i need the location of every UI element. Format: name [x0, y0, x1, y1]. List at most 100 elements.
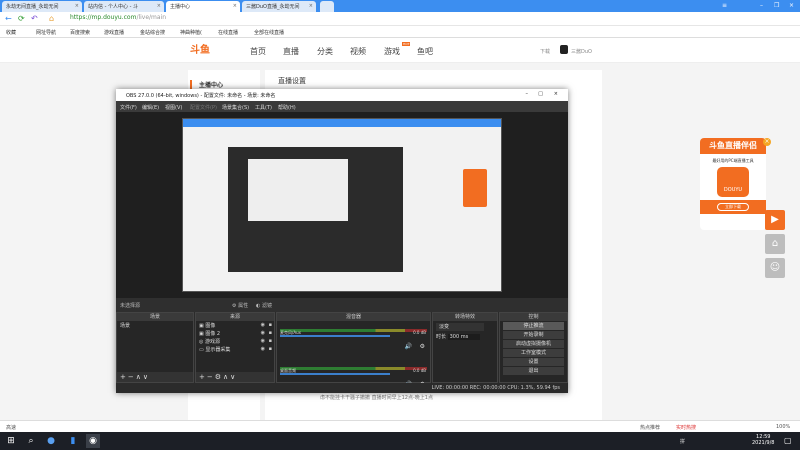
eye-icon[interactable]: ◉	[261, 338, 265, 344]
lock-icon[interactable]: ▪	[269, 322, 272, 328]
lock-icon[interactable]: ▪	[269, 346, 272, 352]
nav-games[interactable]: 游戏	[384, 46, 400, 57]
menu-tools[interactable]: 工具(T)	[255, 104, 272, 111]
minimize-icon[interactable]: –	[526, 91, 529, 97]
menu-file[interactable]: 文件(F)	[120, 104, 137, 111]
realtime-hot-link[interactable]: 实时热搜	[676, 424, 696, 431]
obs-icon[interactable]: ◉	[86, 434, 100, 448]
search-icon[interactable]: ⌕	[24, 434, 38, 448]
lock-icon[interactable]: ▪	[269, 338, 272, 344]
browser-tab[interactable]: 三酱DuO直播_永劫无间 ×	[242, 1, 316, 12]
refresh-icon[interactable]: ⟳	[18, 14, 25, 23]
source-item[interactable]: ▭ 显示器采集 ◉ ▪	[196, 345, 274, 353]
home-icon[interactable]: ⌂	[49, 14, 54, 23]
volume-meter	[280, 367, 427, 370]
source-item[interactable]: ▣ 图像 ◉ ▪	[196, 321, 274, 329]
stop-streaming-button[interactable]: 停止推流	[503, 322, 564, 330]
new-tab-button[interactable]	[320, 1, 334, 12]
browser-status-bar: 高速 热点推荐 实时热搜 100%	[0, 420, 800, 432]
browser-tab[interactable]: 站内信 - 个人中心 - 斗 ×	[84, 1, 164, 12]
close-icon[interactable]: ×	[309, 3, 313, 9]
controls-panel: 控制 停止推流 开始录制 启动虚拟摄像机 工作室模式 设置 退出	[499, 312, 568, 383]
bookmark-item[interactable]: 在线直播	[218, 29, 238, 36]
settings-button[interactable]: 设置	[503, 358, 564, 366]
source-controls[interactable]: +−⚙∧∨	[196, 372, 274, 382]
close-window-icon[interactable]: ×	[789, 2, 794, 9]
browser-tab-active[interactable]: 主播中心 ×	[166, 1, 240, 12]
speaker-icon[interactable]: 🔊	[405, 343, 412, 350]
source-item[interactable]: ▣ 图像 2 ◉ ▪	[196, 329, 274, 337]
scene-controls[interactable]: +−∧∨	[117, 372, 193, 382]
browser-icon[interactable]: ●	[44, 434, 58, 448]
menu-view[interactable]: 视图(V)	[165, 104, 182, 111]
bookmark-item[interactable]: 网址导航	[36, 29, 56, 36]
nav-category[interactable]: 分类	[317, 46, 333, 57]
notification-icon[interactable]: ▢	[784, 436, 792, 445]
menu-icon[interactable]: ≡	[722, 2, 727, 9]
download-link[interactable]: 下载	[540, 48, 550, 55]
close-icon[interactable]: ×	[75, 3, 79, 9]
back-icon[interactable]: ←	[5, 14, 12, 23]
undo-icon[interactable]: ↶	[31, 14, 38, 23]
download-now-button[interactable]: 立即下载	[717, 203, 749, 211]
nav-video[interactable]: 视频	[350, 46, 366, 57]
transition-select[interactable]: 淡变	[436, 323, 484, 331]
close-icon[interactable]: ×	[157, 3, 161, 9]
home-button[interactable]: ⌂	[765, 234, 785, 254]
eye-icon[interactable]: ◉	[261, 322, 265, 328]
start-recording-button[interactable]: 开始录制	[503, 331, 564, 339]
bookmark-item[interactable]: 收藏	[6, 29, 16, 36]
logo-text: 斗鱼	[190, 45, 210, 56]
source-item[interactable]: ◎ 游戏源 ◉ ▪	[196, 337, 274, 345]
avatar[interactable]	[560, 45, 568, 54]
bookmark-item[interactable]: 神曲种植(	[180, 29, 202, 36]
gear-icon[interactable]: ⚙	[420, 343, 425, 350]
studio-mode-button[interactable]: 工作室模式	[503, 349, 564, 357]
scene-item[interactable]: 场景	[117, 321, 193, 329]
username[interactable]: 三酱DuO	[571, 48, 592, 55]
bookmark-item[interactable]: 游戏直播	[104, 29, 124, 36]
live-play-button[interactable]: ▶	[765, 210, 785, 230]
close-icon[interactable]: ×	[233, 3, 237, 9]
menu-help[interactable]: 帮助(H)	[278, 104, 296, 111]
close-ad-icon[interactable]: ×	[763, 138, 771, 146]
bookmark-item[interactable]: 全部在线直播	[254, 29, 284, 36]
zoom-level[interactable]: 100%	[776, 424, 790, 430]
nav-home[interactable]: 首页	[250, 46, 266, 57]
window-title: OBS 27.0.0 (64-bit, windows) - 配置文件: 未命名…	[126, 93, 276, 99]
eye-icon[interactable]: ◉	[261, 346, 265, 352]
menu-edit[interactable]: 编辑(E)	[142, 104, 159, 111]
bookmark-item[interactable]: 金站综合搜	[140, 29, 165, 36]
volume-slider[interactable]	[280, 373, 390, 375]
nav-live[interactable]: 直播	[283, 46, 299, 57]
app-icon[interactable]: ▮	[66, 434, 80, 448]
exit-button[interactable]: 退出	[503, 367, 564, 375]
download-ad[interactable]: 斗鱼直播伴侣 最好用的PC端直播工具 DOUYU 立即下载	[700, 138, 766, 230]
clock[interactable]: 12:59 2021/9/8	[752, 434, 774, 446]
virtual-camera-button[interactable]: 启动虚拟摄像机	[503, 340, 564, 348]
maximize-icon[interactable]: □	[538, 91, 543, 97]
browser-tab[interactable]: 永劫无间直播_永劫无间 ×	[2, 1, 82, 12]
menu-profile[interactable]: 配置文件(P)	[190, 104, 217, 111]
close-icon[interactable]: ×	[554, 91, 558, 97]
eye-icon[interactable]: ◉	[261, 330, 265, 336]
menu-scene-collection[interactable]: 场景集合(S)	[222, 104, 249, 111]
windows-start-icon[interactable]: ⊞	[4, 434, 18, 448]
minimize-icon[interactable]: –	[760, 2, 763, 9]
maximize-icon[interactable]: ❐	[774, 2, 779, 9]
nav-fishbar[interactable]: 鱼吧	[417, 46, 433, 57]
properties-button[interactable]: ⚙ 属性	[232, 302, 248, 309]
sidebar-title[interactable]: 主播中心	[190, 80, 260, 89]
duration-input[interactable]: 300 ms	[447, 334, 481, 340]
filters-button[interactable]: ◐ 滤镜	[256, 302, 272, 309]
bookmark-item[interactable]: 百度搜索	[70, 29, 90, 36]
ime-indicator[interactable]: 拼	[680, 438, 685, 445]
douyu-logo[interactable]: 斗鱼	[190, 41, 210, 56]
volume-meter	[280, 329, 427, 332]
hot-news-link[interactable]: 热点推荐	[640, 424, 660, 431]
url-input[interactable]: https://mp.douyu.com/live/main	[70, 14, 166, 21]
scenes-panel: 场景 场景 +−∧∨	[116, 312, 194, 383]
lock-icon[interactable]: ▪	[269, 330, 272, 336]
obs-preview[interactable]	[116, 112, 568, 298]
robot-button[interactable]: ☺	[765, 258, 785, 278]
